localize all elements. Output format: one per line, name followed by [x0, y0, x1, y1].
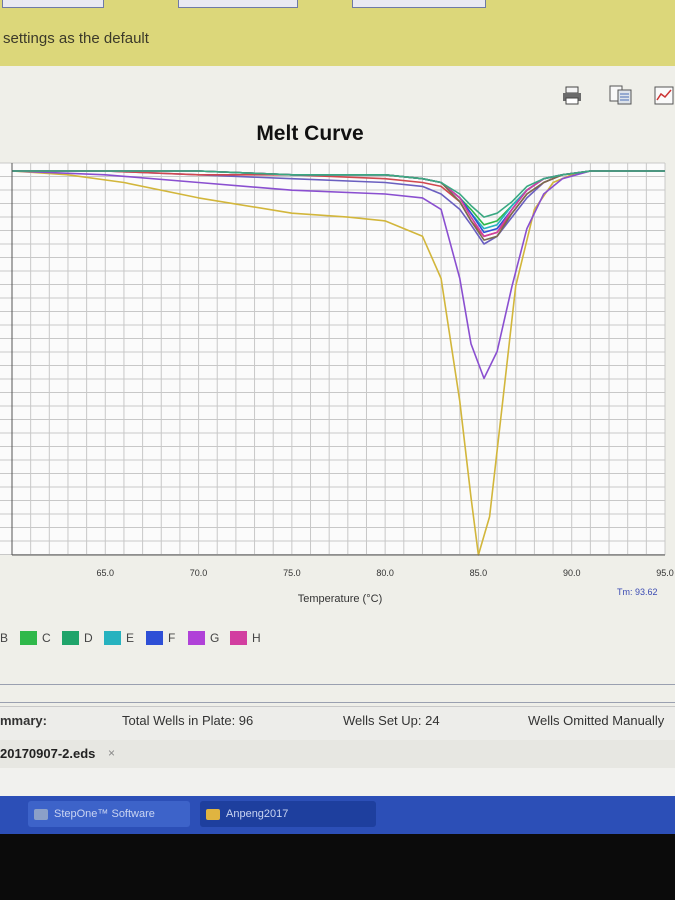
task-folder[interactable]: Anpeng2017 — [200, 801, 376, 827]
divider — [0, 702, 675, 703]
legend-item-h[interactable]: H — [230, 630, 261, 646]
legend-item-f[interactable]: F — [146, 630, 175, 646]
app-icon — [34, 808, 48, 820]
task-label: StepOne™ Software — [54, 808, 155, 820]
legend-swatch — [188, 631, 205, 645]
legend-label: B — [0, 631, 9, 645]
well-row-legend: B C D E F G H — [0, 630, 675, 648]
legend-label: F — [168, 631, 176, 645]
legend-item-e[interactable]: E — [104, 630, 134, 646]
x-axis-label: Temperature (°C) — [297, 593, 383, 605]
file-tab[interactable]: 20170907-2.eds — [0, 746, 95, 761]
legend-swatch — [20, 631, 37, 645]
status-area — [0, 768, 675, 798]
x-tick-labels: 65.0 70.0 75.0 80.0 85.0 90.0 95.0 — [97, 568, 674, 578]
task-label: Anpeng2017 — [226, 808, 289, 820]
legend-label: G — [210, 631, 220, 645]
legend-item-d[interactable]: D — [62, 630, 93, 646]
total-wells-text: Total Wells in Plate: 96 — [122, 713, 254, 728]
x-tick-label: 65.0 — [97, 568, 115, 578]
x-tick-label: 90.0 — [563, 568, 581, 578]
plot-area — [0, 163, 665, 555]
x-tick-label: 85.0 — [470, 568, 488, 578]
summary-label: mmary: — [0, 713, 47, 728]
legend-label: C — [42, 631, 51, 645]
melt-curve-chart: 65.0 70.0 75.0 80.0 85.0 90.0 95.0 — [0, 162, 674, 578]
x-tick-label: 80.0 — [376, 568, 394, 578]
folder-icon — [206, 808, 220, 820]
x-tick-label: 75.0 — [283, 568, 301, 578]
run-summary-bar: mmary: Total Wells in Plate: 96 Wells Se… — [0, 706, 675, 742]
x-tick-label: 70.0 — [190, 568, 208, 578]
taskbar: StepOne™ Software Anpeng2017 — [0, 796, 675, 834]
close-icon[interactable]: × — [108, 746, 115, 760]
tm-readout: Tm: 93.62 — [617, 587, 658, 597]
legend-swatch — [104, 631, 121, 645]
legend-label: E — [126, 631, 135, 645]
legend-item-g[interactable]: G — [188, 630, 219, 646]
x-tick-label: 95.0 — [656, 568, 674, 578]
legend-swatch — [62, 631, 79, 645]
wells-omitted-text: Wells Omitted Manually — [528, 713, 665, 728]
legend-label: H — [252, 631, 261, 645]
legend-swatch — [230, 631, 247, 645]
legend-item-b[interactable]: B — [0, 630, 8, 646]
legend-label: D — [84, 631, 93, 645]
divider — [0, 684, 675, 685]
wells-set-up-text: Wells Set Up: 24 — [343, 713, 440, 728]
task-stepone[interactable]: StepOne™ Software — [28, 801, 190, 827]
legend-swatch — [146, 631, 163, 645]
legend-item-c[interactable]: C — [20, 630, 51, 646]
file-tab-bar: 20170907-2.eds × — [0, 740, 675, 768]
